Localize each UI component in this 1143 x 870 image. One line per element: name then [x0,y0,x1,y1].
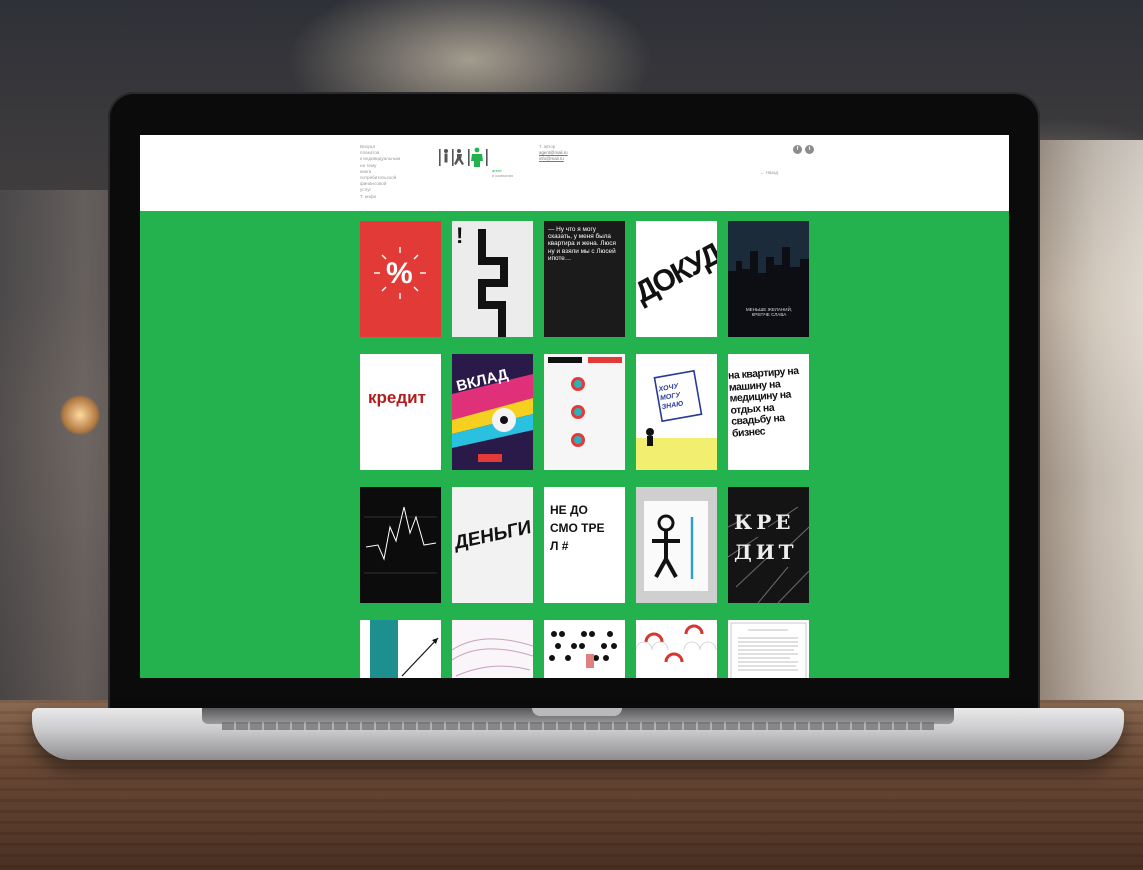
back-link[interactable]: ← Назад [760,170,778,175]
pulse-line-decoration [364,506,437,574]
poster-title: НЕ ДО СМО ТРЕ Л # [550,503,605,553]
line-pattern-decoration [452,638,533,677]
city-skyline-decoration [728,247,809,337]
poster-card[interactable]: МЕНЬШЕ ЖЕЛАНИЙ, КРЕПЧЕ СЛАВА [728,221,809,337]
maze-line-decoration [478,229,508,337]
nav-item[interactable]: Т. инфо [360,194,400,200]
poster-card[interactable]: на квартиру на машину на медицину на отд… [728,354,809,470]
poster-title: ДОКУД [636,237,717,310]
frame-figure-decoration [636,369,717,470]
poster-card[interactable] [452,620,533,678]
poster-card[interactable] [636,487,717,603]
poster-title: % [386,257,413,290]
poster-title: на квартиру на машину на медицину на отд… [728,364,799,440]
poster-card[interactable]: ВКЛАД [452,354,533,470]
site-logo[interactable] [438,146,500,168]
poster-card[interactable] [728,620,809,678]
poster-card[interactable]: НЕ ДО СМО ТРЕ Л # [544,487,625,603]
poster-card[interactable]: ДЕНЬГИ [452,487,533,603]
facebook-icon[interactable]: f [793,145,802,154]
poster-title: — Ну что я могу сказать, у меня была ква… [548,226,616,262]
nav-item[interactable]: к индивидуальным [360,156,400,162]
background-lamp [60,395,100,435]
poster-card[interactable] [360,620,441,678]
poster-title: КРЕ ДИТ [734,510,798,564]
poster-card[interactable]: % [360,221,441,337]
poster-card[interactable] [636,620,717,678]
contacts-block: Т. автор agent@mail.ru info@mail.ru [539,144,568,162]
abacus-decoration [549,631,617,668]
piggy-icons-decoration [548,357,622,447]
contact-link[interactable]: info@mail.ru [539,156,568,162]
poster-card[interactable]: — Ну что я могу сказать, у меня была ква… [544,221,625,337]
poster-card[interactable]: ХОЧУ МОГУ ЗНАЮ [636,354,717,470]
poster-title: ДЕНЬГИ [454,516,532,555]
arrow-chart-decoration [370,620,439,678]
poster-card[interactable]: кредит [360,354,441,470]
background-window-right [1023,140,1143,700]
poster-card[interactable] [544,620,625,678]
site-header: Визуал плакатов к индивидуальным на тему… [140,135,1009,211]
poster-card[interactable]: ! [452,221,533,337]
poster-card[interactable]: КРЕ ДИТ [728,487,809,603]
logo-caption-line: и компания [492,173,514,178]
laptop-screen: Визуал плакатов к индивидуальным на тему… [140,135,1009,678]
poster-card[interactable] [544,354,625,470]
poster-title: ! [456,223,464,248]
scales-pattern-decoration [636,624,717,663]
poster-card[interactable] [360,487,441,603]
twitter-icon[interactable]: t [805,145,814,154]
logo-caption: агент и компания [492,168,513,178]
poster-card[interactable]: ДОКУД [636,221,717,337]
stick-figure-decoration [644,501,708,591]
site-nav: Визуал плакатов к индивидуальным на тему… [360,144,400,200]
document-text-decoration [730,622,807,678]
social-links: f t [793,145,814,154]
laptop-notch [532,708,622,716]
laptop-base [32,708,1124,760]
poster-title: МЕНЬШЕ ЖЕЛАНИЙ, КРЕПЧЕ СЛАВА [745,307,793,317]
poster-title: кредит [368,388,426,407]
laptop-keyboard-edge [222,722,934,730]
